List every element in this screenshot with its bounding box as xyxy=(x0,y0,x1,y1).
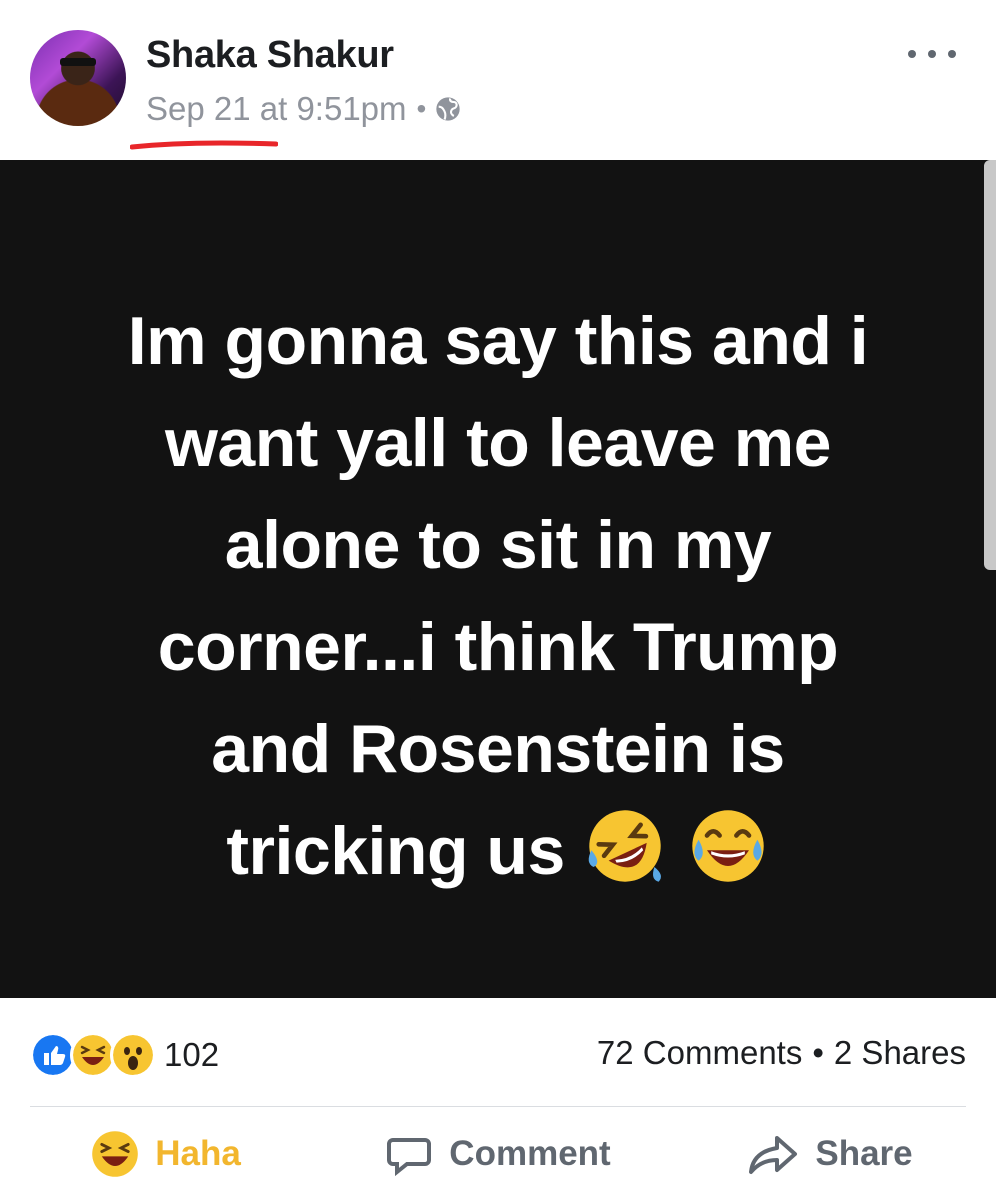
post-text-line: Im gonna say this and i xyxy=(127,303,869,379)
comment-label: Comment xyxy=(449,1133,611,1173)
wow-icon xyxy=(110,1032,156,1078)
scrollbar-thumb[interactable] xyxy=(984,160,996,570)
reaction-summary[interactable]: 102 xyxy=(30,1032,219,1078)
haha-icon xyxy=(92,1130,139,1177)
post-text-line: and Rosenstein is xyxy=(211,711,785,787)
action-bar: Haha Comment Share xyxy=(0,1107,996,1200)
meta-separator: • xyxy=(416,93,427,124)
post-text: Im gonna say this and i want yall to lea… xyxy=(80,290,916,902)
avatar[interactable] xyxy=(30,30,126,126)
share-label: Share xyxy=(815,1133,913,1173)
rolling-on-floor-laughing-emoji xyxy=(588,810,662,882)
post-stats: 102 72 Comments • 2 Shares xyxy=(0,998,996,1106)
globe-icon xyxy=(436,97,461,121)
post-meta: Sep 21 at 9:51pm • xyxy=(146,90,462,128)
comment-share-summary: 72 Comments • 2 Shares xyxy=(597,1034,966,1072)
post-text-line: want yall to leave me xyxy=(164,405,832,481)
more-dots-icon[interactable] xyxy=(908,44,956,64)
comment-icon xyxy=(387,1137,432,1176)
reaction-count: 102 xyxy=(164,1036,220,1073)
face-with-tears-of-joy-emoji xyxy=(691,810,764,882)
post-text-line-last: tricking us xyxy=(80,800,916,902)
annotation-underline xyxy=(130,140,278,150)
stats-separator: • xyxy=(812,1034,824,1071)
shares-count[interactable]: 2 Shares xyxy=(834,1034,966,1072)
post-text-line: alone to sit in my xyxy=(224,507,772,583)
share-button[interactable]: Share xyxy=(664,1107,996,1200)
post-text-line: corner...i think Trump xyxy=(157,609,839,685)
post-timestamp[interactable]: Sep 21 at 9:51pm xyxy=(146,90,407,128)
comments-count[interactable]: 72 Comments xyxy=(597,1034,802,1072)
share-icon xyxy=(749,1135,798,1174)
comment-button[interactable]: Comment xyxy=(332,1107,664,1200)
author-name[interactable]: Shaka Shakur xyxy=(146,34,394,77)
post-header: Shaka Shakur Sep 21 at 9:51pm • xyxy=(0,0,996,160)
post-text-line: tricking us xyxy=(226,813,565,889)
haha-button[interactable]: Haha xyxy=(0,1107,332,1200)
post-image[interactable]: Im gonna say this and i want yall to lea… xyxy=(0,160,996,998)
haha-label: Haha xyxy=(155,1133,241,1173)
